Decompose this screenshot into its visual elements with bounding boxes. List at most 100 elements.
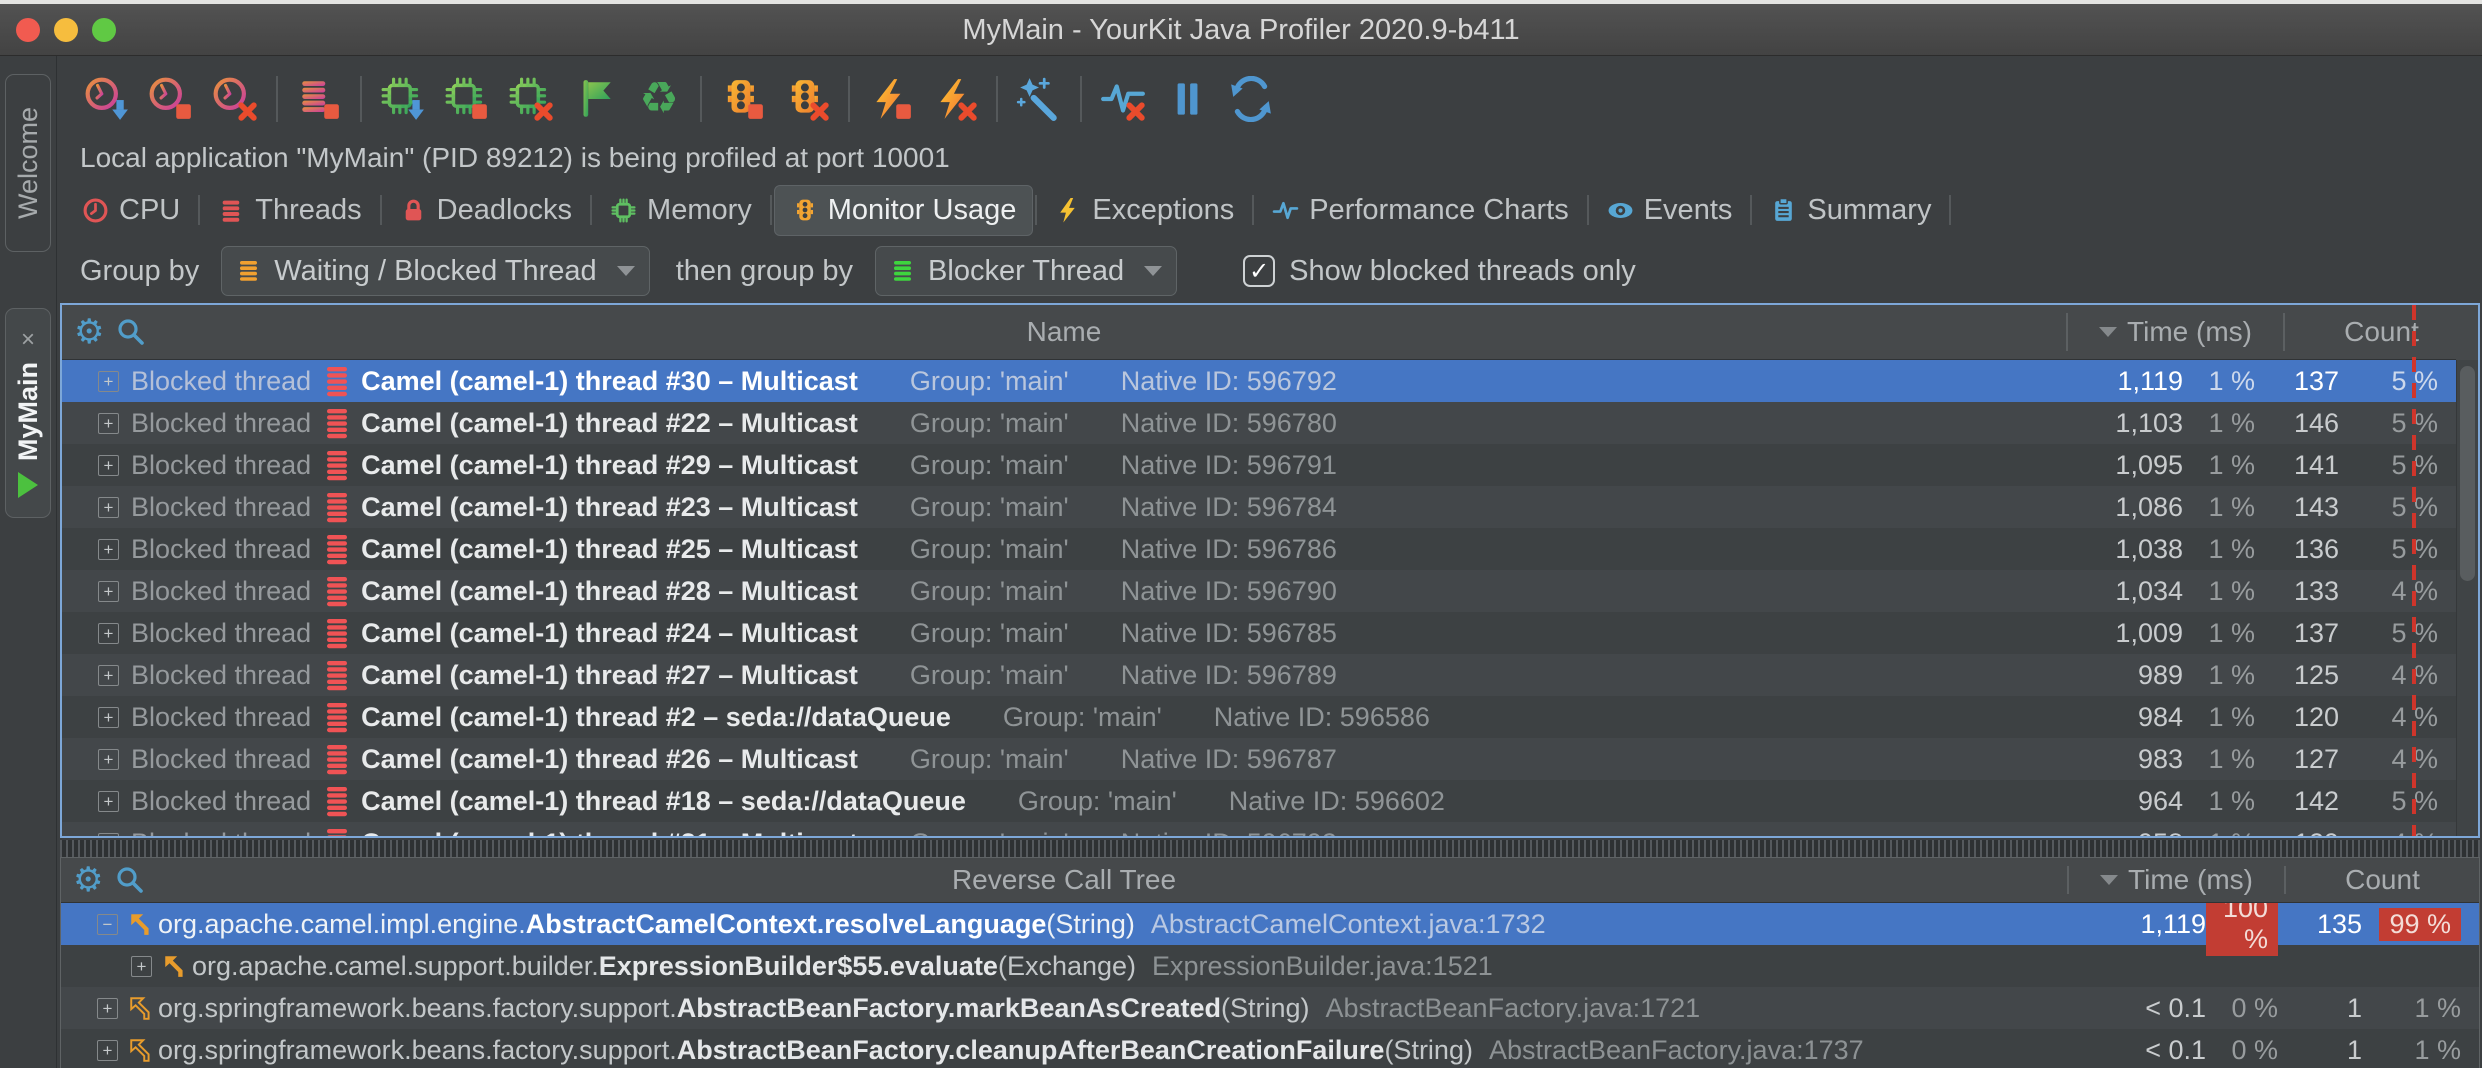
stop-monitor-profiling-icon[interactable] <box>716 72 770 126</box>
tab-summary[interactable]: Summary <box>1754 186 1947 235</box>
flag-icon[interactable] <box>568 72 622 126</box>
thread-row[interactable]: +Blocked threadCamel (camel-1) thread #2… <box>62 486 2478 528</box>
tab-performance-charts[interactable]: Performance Charts <box>1256 186 1585 235</box>
time-value: 1,095 <box>2048 450 2183 481</box>
thread-row[interactable]: +Blocked threadCamel (camel-1) thread #3… <box>62 360 2478 402</box>
clear-probe-results-icon[interactable] <box>1096 72 1150 126</box>
thread-name: Camel (camel-1) thread #26 – Multicast <box>361 744 858 775</box>
pause-icon[interactable] <box>1160 72 1214 126</box>
stop-cpu-profiling-icon[interactable] <box>144 72 198 126</box>
expand-icon[interactable]: + <box>97 998 118 1019</box>
thread-row[interactable]: +Blocked threadCamel (camel-1) thread #2… <box>62 738 2478 780</box>
expand-icon[interactable]: + <box>98 749 119 770</box>
thread-name: Camel (camel-1) thread #23 – Multicast <box>361 492 858 523</box>
call-tree-row[interactable]: +org.apache.camel.support.builder.Expres… <box>61 945 2479 987</box>
thread-row[interactable]: +Blocked threadCamel (camel-1) thread #2… <box>62 528 2478 570</box>
thread-row[interactable]: +Blocked threadCamel (camel-1) thread #3… <box>62 822 2478 836</box>
capture-memory-snapshot-icon[interactable] <box>376 72 430 126</box>
thread-row[interactable]: +Blocked threadCamel (camel-1) thread #2… <box>62 612 2478 654</box>
call-tree-row[interactable]: −org.apache.camel.impl.engine.AbstractCa… <box>61 903 2479 945</box>
thread-icon <box>325 701 349 733</box>
expand-icon[interactable]: + <box>98 455 119 476</box>
count-value: 125 <box>2263 660 2353 691</box>
expand-icon[interactable]: + <box>98 413 119 434</box>
time-value: 958 <box>2048 828 2183 837</box>
tab-separator <box>1252 195 1254 225</box>
count-value: 1 <box>2286 1035 2376 1066</box>
thread-native-id: Native ID: 596602 <box>1229 786 1445 817</box>
tab-threads[interactable]: Threads <box>202 186 377 235</box>
thread-state-label: Blocked thread <box>131 576 311 607</box>
stack-green-icon <box>890 258 916 284</box>
expand-icon[interactable]: + <box>98 371 119 392</box>
source-location: ExpressionBuilder.java:1521 <box>1152 951 1493 982</box>
show-blocked-threads-checkbox[interactable]: ✓ <box>1243 255 1275 287</box>
stop-exception-profiling-icon[interactable] <box>864 72 918 126</box>
expand-icon[interactable]: + <box>98 539 119 560</box>
force-gc-icon[interactable]: ♻ <box>632 72 686 126</box>
group-by-dropdown[interactable]: Waiting / Blocked Thread <box>221 246 649 296</box>
expand-icon[interactable]: + <box>98 497 119 518</box>
expand-icon[interactable]: + <box>98 665 119 686</box>
trigger-wand-icon[interactable] <box>1012 72 1066 126</box>
sidebar-tab-mymain[interactable]: × MyMain <box>5 308 51 518</box>
then-group-by-dropdown[interactable]: Blocker Thread <box>875 246 1177 296</box>
clear-cpu-results-icon[interactable] <box>208 72 262 126</box>
tab-exceptions[interactable]: Exceptions <box>1039 186 1250 235</box>
tab-cpu[interactable]: CPU <box>66 186 196 235</box>
stack-red-icon <box>218 197 245 224</box>
time-percent: 1 % <box>2183 450 2263 481</box>
clear-exception-results-icon[interactable] <box>928 72 982 126</box>
scrollbar-thumb[interactable] <box>2460 366 2475 581</box>
thread-row[interactable]: +Blocked threadCamel (camel-1) thread #2… <box>62 654 2478 696</box>
refresh-icon[interactable] <box>1224 72 1278 126</box>
close-session-icon[interactable]: × <box>21 328 35 352</box>
count-value: 137 <box>2263 618 2353 649</box>
call-tree-row[interactable]: + org.springframework.beans.factory.suppo… <box>61 1029 2479 1067</box>
tab-memory[interactable]: Memory <box>594 186 768 235</box>
expand-icon[interactable]: + <box>98 707 119 728</box>
time-column-header[interactable]: Time (ms) <box>2068 305 2283 359</box>
tab-deadlocks[interactable]: Deadlocks <box>384 186 588 235</box>
time-column-header[interactable]: Time (ms) <box>2069 858 2284 902</box>
thread-row[interactable]: +Blocked threadCamel (camel-1) thread #1… <box>62 780 2478 822</box>
count-column-header[interactable]: Count <box>2286 858 2479 902</box>
method-signature: org.springframework.beans.factory.suppor… <box>158 1035 1473 1066</box>
thread-row[interactable]: +Blocked threadCamel (camel-1) thread #2… <box>62 444 2478 486</box>
sidebar-tab-welcome[interactable]: Welcome <box>5 74 51 252</box>
tab-events[interactable]: Events <box>1591 186 1749 235</box>
clear-object-allocation-results-icon[interactable] <box>504 72 558 126</box>
tab-monitor-usage[interactable]: Monitor Usage <box>774 185 1034 236</box>
table-search-icon[interactable] <box>115 865 145 895</box>
vertical-scrollbar[interactable] <box>2456 360 2478 836</box>
call-tree-body: −org.apache.camel.impl.engine.AbstractCa… <box>61 903 2479 1067</box>
count-column-header[interactable]: Count <box>2285 305 2478 359</box>
capture-thread-dump-icon[interactable] <box>292 72 346 126</box>
tab-label: Monitor Usage <box>828 194 1017 227</box>
thread-row[interactable]: +Blocked threadCamel (camel-1) thread #2… <box>62 402 2478 444</box>
expand-icon[interactable]: + <box>98 623 119 644</box>
table-settings-gear-icon[interactable]: ⚙ <box>74 315 104 349</box>
stop-object-allocation-recording-icon[interactable] <box>440 72 494 126</box>
count-value: 146 <box>2263 408 2353 439</box>
toolbar-group <box>1012 72 1066 126</box>
expand-icon[interactable]: + <box>97 1040 118 1061</box>
title-bar: MyMain - YourKit Java Profiler 2020.9-b4… <box>0 4 2482 56</box>
thread-name: Camel (camel-1) thread #25 – Multicast <box>361 534 858 565</box>
thread-group: Group: 'main' <box>910 450 1069 481</box>
name-column-header[interactable]: Name <box>62 316 2066 348</box>
expand-icon[interactable]: − <box>97 914 118 935</box>
expand-icon[interactable]: + <box>98 581 119 602</box>
capture-performance-snapshot-icon[interactable] <box>80 72 134 126</box>
expand-icon[interactable]: + <box>98 833 119 837</box>
thread-row[interactable]: +Blocked threadCamel (camel-1) thread #2… <box>62 570 2478 612</box>
clear-monitor-results-icon[interactable] <box>780 72 834 126</box>
thread-row[interactable]: +Blocked threadCamel (camel-1) thread #2… <box>62 696 2478 738</box>
expand-icon[interactable]: + <box>131 956 152 977</box>
table-settings-gear-icon[interactable]: ⚙ <box>73 863 103 897</box>
panel-splitter[interactable] <box>60 840 2480 857</box>
table-search-icon[interactable] <box>116 317 146 347</box>
thread-native-id: Native ID: 596785 <box>1121 618 1337 649</box>
call-tree-row[interactable]: +org.springframework.beans.factory.suppo… <box>61 987 2479 1029</box>
expand-icon[interactable]: + <box>98 791 119 812</box>
